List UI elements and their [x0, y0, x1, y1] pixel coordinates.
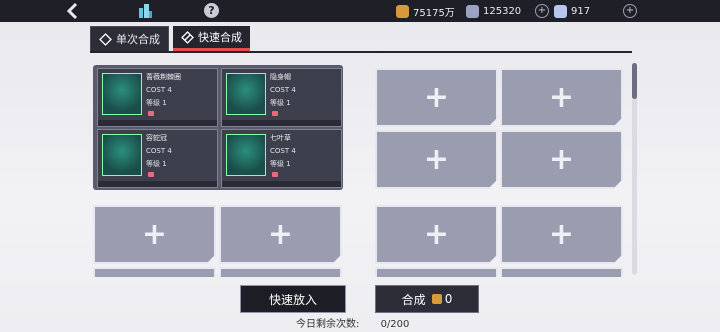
diamond-arrow-icon — [99, 32, 112, 46]
back-arrow-icon[interactable] — [62, 1, 84, 21]
lock-icon — [272, 172, 278, 177]
crystal-counter: 125320 — [466, 3, 521, 19]
empty-slot[interactable]: + — [500, 205, 623, 264]
plus-icon: + — [267, 216, 294, 252]
item-card[interactable]: 七叶草 COST 4 等级 1 — [221, 129, 342, 188]
empty-slot[interactable] — [375, 267, 498, 277]
card-footer — [222, 181, 341, 187]
diamond-icon — [554, 4, 567, 18]
gold-coin-icon — [431, 294, 442, 304]
help-icon[interactable]: ? — [204, 3, 219, 18]
plus-icon: + — [423, 79, 450, 115]
item-name: 容蛇冠 — [146, 134, 167, 142]
empty-slot[interactable]: + — [375, 68, 498, 127]
item-cost: COST 4 — [146, 147, 172, 155]
tab-fast-synth[interactable]: 快速合成 — [173, 26, 250, 51]
synth-button[interactable]: 合成 0 — [375, 285, 479, 313]
crystal-icon — [466, 4, 479, 18]
lock-icon — [148, 111, 154, 116]
card-footer — [98, 181, 217, 187]
synth-cost: 0 — [444, 292, 453, 306]
thorn-wreath-icon — [102, 73, 142, 115]
plus-icon: + — [548, 141, 575, 177]
empty-slot[interactable] — [93, 267, 216, 277]
crystal-value: 125320 — [483, 5, 522, 17]
add-crystal-button[interactable]: + — [535, 4, 549, 18]
diamond-arrow-icon — [181, 30, 194, 44]
plus-icon: + — [548, 79, 575, 115]
item-level: 等级 1 — [270, 160, 291, 168]
card-footer — [222, 120, 341, 126]
serpent-crown-icon — [102, 134, 142, 176]
item-level: 等级 1 — [270, 99, 291, 107]
empty-slot[interactable] — [500, 267, 623, 277]
empty-slot[interactable]: + — [375, 205, 498, 264]
item-name: 蔷薇荆棘圈 — [146, 73, 181, 81]
empty-slot[interactable] — [219, 267, 342, 277]
item-card[interactable]: 隐身帽 COST 4 等级 1 — [221, 68, 342, 127]
card-footer — [98, 120, 217, 126]
item-cost: COST 4 — [146, 86, 172, 94]
empty-slot[interactable]: + — [375, 130, 498, 189]
home-icon[interactable] — [136, 2, 154, 20]
empty-slot[interactable]: + — [500, 68, 623, 127]
lock-icon — [272, 111, 278, 116]
selected-items-panel: 蔷薇荆棘圈 COST 4 等级 1 隐身帽 COST 4 等级 1 容蛇冠 CO… — [93, 65, 343, 190]
tab-underline — [90, 51, 632, 53]
item-level: 等级 1 — [146, 160, 167, 168]
item-card[interactable]: 容蛇冠 COST 4 等级 1 — [97, 129, 218, 188]
item-name: 隐身帽 — [270, 73, 291, 81]
gold-counter: 75175万 — [396, 3, 455, 19]
slot-grid: 蔷薇荆棘圈 COST 4 等级 1 隐身帽 COST 4 等级 1 容蛇冠 CO… — [93, 65, 628, 277]
plus-icon: + — [141, 216, 168, 252]
fast-put-label: 快速放入 — [268, 292, 317, 307]
lock-icon — [148, 172, 154, 177]
top-bar: ? 75175万 125320 + 917 + — [0, 0, 720, 22]
empty-slot[interactable]: + — [500, 130, 623, 189]
scrollbar[interactable] — [632, 63, 637, 275]
remaining-label: 今日剩余次数: — [296, 319, 360, 330]
remaining-count: 今日剩余次数: 0/200 — [296, 315, 409, 330]
empty-slot[interactable]: + — [219, 205, 342, 264]
item-cost: COST 4 — [270, 86, 296, 94]
fast-put-button[interactable]: 快速放入 — [240, 285, 346, 313]
plus-icon: + — [423, 216, 450, 252]
remaining-value: 0/200 — [380, 319, 410, 330]
plus-icon: + — [548, 216, 575, 252]
gem-counter: 917 — [554, 3, 590, 19]
tab-label: 快速合成 — [198, 31, 242, 44]
plus-icon: + — [423, 141, 450, 177]
hood-icon — [226, 73, 266, 115]
item-level: 等级 1 — [146, 99, 167, 107]
tab-label: 单次合成 — [116, 33, 160, 46]
add-gem-button[interactable]: + — [623, 4, 637, 18]
item-name: 七叶草 — [270, 134, 291, 142]
gold-value: 75175万 — [413, 7, 455, 19]
clover-leaf-icon — [226, 134, 266, 176]
empty-slot[interactable]: + — [93, 205, 216, 264]
gem-value: 917 — [571, 5, 591, 17]
tab-single-synth[interactable]: 单次合成 — [90, 26, 169, 52]
tab-bar: 单次合成 快速合成 — [90, 26, 250, 52]
gold-icon — [396, 4, 409, 18]
item-cost: COST 4 — [270, 147, 296, 155]
synth-label: 合成 — [401, 292, 426, 307]
item-card[interactable]: 蔷薇荆棘圈 COST 4 等级 1 — [97, 68, 218, 127]
scrollbar-thumb[interactable] — [632, 63, 637, 99]
